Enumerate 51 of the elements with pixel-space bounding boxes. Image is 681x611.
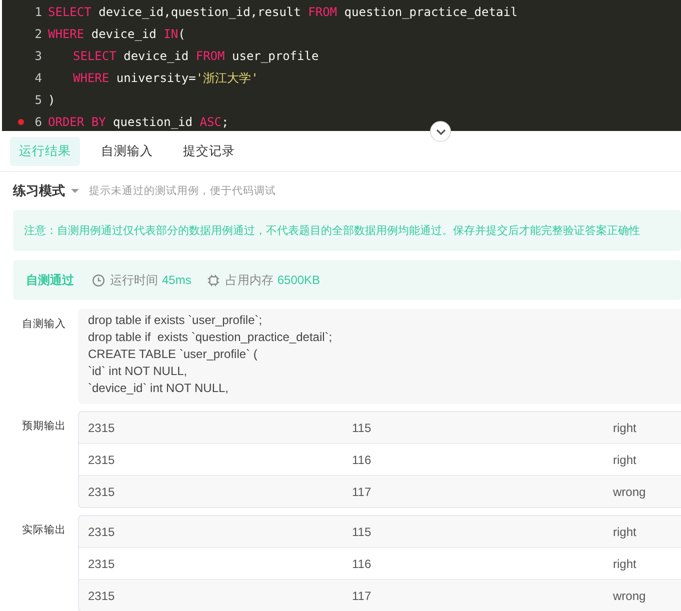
input-field[interactable]: drop table if exists `user_profile`; drop table if exists `question_practice_detail`; CREATE TABLE `user_profile` ( `id` int NOT NULL, `device_id` int NOT NULL, xyxy=(78,309,681,404)
table-cell-text: right xyxy=(612,556,638,570)
table-cell-text: 2315 xyxy=(87,588,116,602)
tab[interactable]: 提交记录 xyxy=(174,136,244,166)
line-number: 6 xyxy=(34,115,42,129)
table-cell-text: 2315 xyxy=(87,420,116,434)
breakpoint-icon[interactable] xyxy=(18,119,24,125)
line-number: 4 xyxy=(34,71,42,85)
code-line: ORDER BY question_id ASC; xyxy=(48,115,229,129)
table-cell-text: right xyxy=(612,452,638,466)
mode-hint: 提示未通过的测试用例，便于代码调试 xyxy=(89,184,276,198)
table-cell-text: 2315 xyxy=(87,452,116,466)
collapse-button[interactable] xyxy=(430,121,451,142)
table-cell-text: wrong xyxy=(612,588,647,602)
table-cell-text: 117 xyxy=(351,588,372,602)
memory-label: 占用内存 xyxy=(225,272,274,288)
code-line: ) xyxy=(48,93,56,107)
table-cell-text: 116 xyxy=(351,452,372,466)
table-cell-text: right xyxy=(612,524,638,538)
caret-icon xyxy=(71,188,79,194)
table-cell-text: 2315 xyxy=(87,524,116,538)
mode-dropdown[interactable]: 练习模式 xyxy=(13,182,79,200)
notice-banner: 注意：自测用例通过仅代表部分的数据用例通过，不代表题目的全部数据用例均能通过。保存并提交后才能完整验证答案正确性 xyxy=(13,210,681,251)
chip-icon xyxy=(207,274,220,286)
line-number: 1 xyxy=(34,5,42,19)
table-cell-text: 117 xyxy=(351,484,372,498)
field-label: 预期输出 xyxy=(21,419,67,434)
table-cell-text: 115 xyxy=(351,420,372,434)
code-line: WHERE university='浙江大学' xyxy=(72,70,258,86)
clock-icon xyxy=(92,274,105,286)
code-editor[interactable]: 1 SELECT device_id,question_id,result FROM question_practice_detail 2 WHERE device_id IN( 3 SELECT device_id FROM user_profile 4 WHERE university='浙江大学' 5 ) 6 ORDER BY question_id ASC; xyxy=(2,0,681,131)
table-cell-text: right xyxy=(612,420,638,434)
table-cell-text: 116 xyxy=(351,556,372,570)
time-label: 运行时间 xyxy=(110,272,158,288)
code-line: SELECT device_id FROM user_profile xyxy=(72,49,319,63)
chevron-icon xyxy=(434,128,446,136)
time-value: 45ms xyxy=(162,273,192,287)
table-cell-text: 2315 xyxy=(87,484,116,498)
code-line: SELECT device_id,question_id,result FROM question_practice_detail xyxy=(48,5,518,19)
table-cell-text: 115 xyxy=(351,524,372,538)
status-text: 自测通过 xyxy=(26,272,74,288)
field-label: 实际输出 xyxy=(21,523,67,538)
line-number: 2 xyxy=(34,27,42,41)
memory-value: 6500KB xyxy=(277,273,320,287)
table-cell-text: 2315 xyxy=(87,556,116,570)
field-label: 自测输入 xyxy=(21,317,67,332)
tab[interactable]: 自测输入 xyxy=(92,136,162,166)
table-cell-text: wrong xyxy=(612,484,647,498)
line-number: 3 xyxy=(34,49,42,63)
code-line: WHERE device_id IN( xyxy=(48,27,186,41)
line-number: 5 xyxy=(34,93,42,107)
